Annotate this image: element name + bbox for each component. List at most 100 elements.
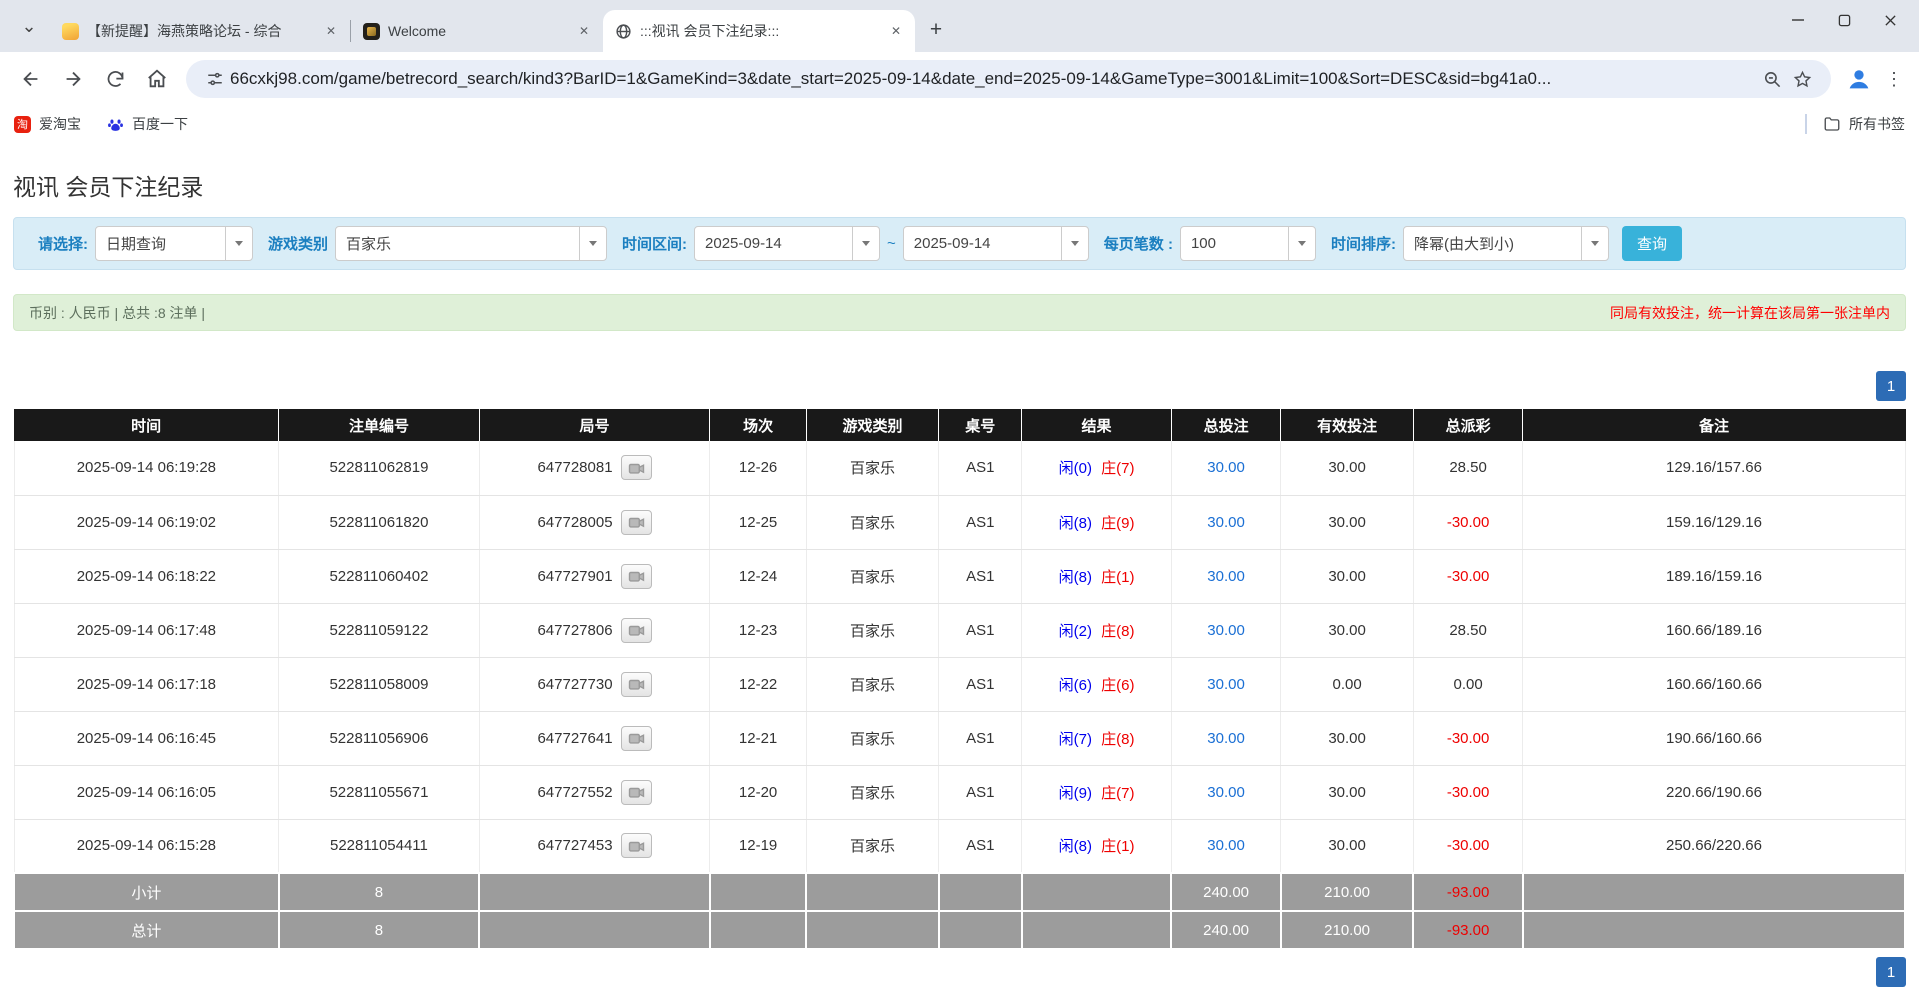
tab-strip: ⌄ 【新提醒】海燕策略论坛 - 综合 ✕ Welcome ✕ :::视讯 会员下… xyxy=(0,0,1919,52)
valid-bet: 30.00 xyxy=(1281,495,1413,549)
close-icon[interactable]: ✕ xyxy=(575,22,593,40)
note: 190.66/160.66 xyxy=(1523,711,1905,765)
payout: -30.00 xyxy=(1413,495,1523,549)
banker-result: 庄(8) xyxy=(1101,623,1134,640)
profile-avatar[interactable] xyxy=(1843,63,1875,95)
tab-title: :::视讯 会员下注纪录::: xyxy=(640,21,879,41)
bookmark-taobao[interactable]: 淘 爱淘宝 xyxy=(14,114,81,134)
video-replay-button[interactable] xyxy=(621,833,652,858)
menu-dots-icon[interactable]: ⋮ xyxy=(1879,64,1909,94)
tab-welcome[interactable]: Welcome ✕ xyxy=(351,10,603,52)
bookmark-baidu[interactable]: 百度一下 xyxy=(107,114,188,134)
total-bet-link[interactable]: 30.00 xyxy=(1207,568,1245,585)
omnibox[interactable]: 66cxkj98.com/game/betrecord_search/kind3… xyxy=(186,60,1831,98)
total-bet-cell: 30.00 xyxy=(1171,603,1281,657)
tab-bet-records[interactable]: :::视讯 会员下注纪录::: ✕ xyxy=(603,10,915,52)
video-replay-button[interactable] xyxy=(621,510,652,535)
game-kind: 百家乐 xyxy=(806,657,938,711)
chevron-down-icon xyxy=(1288,227,1315,260)
table-no: AS1 xyxy=(939,441,1022,495)
bet-time: 2025-09-14 06:18:22 xyxy=(14,549,279,603)
total-bet-cell: 30.00 xyxy=(1171,765,1281,819)
total-bet-link[interactable]: 30.00 xyxy=(1207,459,1245,476)
video-replay-button[interactable] xyxy=(621,618,652,643)
video-replay-button[interactable] xyxy=(621,672,652,697)
pagination-page-1-bottom[interactable]: 1 xyxy=(1876,957,1906,987)
table-row: 2025-09-14 06:16:05 522811055671 6477275… xyxy=(14,765,1905,819)
col-time: 时间 xyxy=(14,409,279,441)
round-id: 647727806 xyxy=(537,622,612,639)
sort-order-label: 时间排序: xyxy=(1331,233,1396,254)
total-bet-link[interactable]: 30.00 xyxy=(1207,676,1245,693)
bet-time: 2025-09-14 06:19:28 xyxy=(14,441,279,495)
home-button[interactable] xyxy=(139,61,175,97)
col-game-kind: 游戏类别 xyxy=(806,409,938,441)
payout: -30.00 xyxy=(1413,549,1523,603)
game-kind: 百家乐 xyxy=(806,819,938,873)
session-no: 12-20 xyxy=(710,765,806,819)
page-content: 视讯 会员下注纪录 请选择: 日期查询 游戏类别 百家乐 时间区间: 2025-… xyxy=(0,168,1919,987)
close-icon[interactable]: ✕ xyxy=(887,22,905,40)
note: 160.66/160.66 xyxy=(1523,657,1905,711)
minimize-button[interactable] xyxy=(1775,0,1821,40)
game-kind: 百家乐 xyxy=(806,441,938,495)
video-replay-button[interactable] xyxy=(621,564,652,589)
bookmarks-bar: 淘 爱淘宝 百度一下 所有书签 xyxy=(0,106,1919,142)
total-bet-link[interactable]: 30.00 xyxy=(1207,784,1245,801)
video-replay-button[interactable] xyxy=(621,780,652,805)
banker-result: 庄(1) xyxy=(1101,569,1134,586)
tab-forum[interactable]: 【新提醒】海燕策略论坛 - 综合 ✕ xyxy=(50,10,350,52)
all-bookmarks-button[interactable]: 所有书签 xyxy=(1823,114,1905,134)
chevron-down-icon xyxy=(1061,227,1088,260)
forward-button[interactable] xyxy=(55,61,91,97)
player-result: 闲(8) xyxy=(1059,569,1092,586)
date-mode-select[interactable]: 日期查询 xyxy=(95,226,253,261)
chevron-down-icon xyxy=(1581,227,1608,260)
table-row: 2025-09-14 06:17:48 522811059122 6477278… xyxy=(14,603,1905,657)
note: 129.16/157.66 xyxy=(1523,441,1905,495)
round-id: 647727552 xyxy=(537,784,612,801)
total-bet-link[interactable]: 30.00 xyxy=(1207,514,1245,531)
bookmark-star-icon[interactable] xyxy=(1787,64,1817,94)
total-bet-link[interactable]: 30.00 xyxy=(1207,837,1245,854)
window-close-button[interactable] xyxy=(1867,0,1913,40)
close-icon[interactable]: ✕ xyxy=(322,22,340,40)
note: 220.66/190.66 xyxy=(1523,765,1905,819)
site-settings-icon[interactable] xyxy=(200,64,230,94)
result-cell: 闲(0) 庄(7) xyxy=(1022,441,1171,495)
game-kind-select[interactable]: 百家乐 xyxy=(335,226,607,261)
reload-button[interactable] xyxy=(97,61,133,97)
video-replay-button[interactable] xyxy=(621,455,652,480)
valid-bet: 30.00 xyxy=(1281,711,1413,765)
round-id: 647728081 xyxy=(537,459,612,476)
payout: 0.00 xyxy=(1413,657,1523,711)
round-id: 647728005 xyxy=(537,514,612,531)
subtotal-label: 小计 xyxy=(14,873,279,911)
total-bet-cell: 30.00 xyxy=(1171,819,1281,873)
total-bet-link[interactable]: 30.00 xyxy=(1207,730,1245,747)
query-button[interactable]: 查询 xyxy=(1622,226,1682,261)
sort-order-select[interactable]: 降幂(由大到小) xyxy=(1403,226,1609,261)
session-no: 12-19 xyxy=(710,819,806,873)
tab-search-button[interactable]: ⌄ xyxy=(12,9,46,43)
date-start-select[interactable]: 2025-09-14 xyxy=(694,226,880,261)
chevron-down-icon: ⌄ xyxy=(21,16,36,37)
page-size-select[interactable]: 100 xyxy=(1180,226,1316,261)
video-replay-button[interactable] xyxy=(621,726,652,751)
back-button[interactable] xyxy=(13,61,49,97)
new-tab-button[interactable]: + xyxy=(921,15,951,45)
url-input[interactable]: 66cxkj98.com/game/betrecord_search/kind3… xyxy=(230,69,1757,89)
taobao-icon: 淘 xyxy=(14,116,31,133)
total-bet-cell: 30.00 xyxy=(1171,549,1281,603)
result-cell: 闲(7) 庄(8) xyxy=(1022,711,1171,765)
pagination-page-1[interactable]: 1 xyxy=(1876,371,1906,401)
col-payout: 总派彩 xyxy=(1413,409,1523,441)
table-row: 2025-09-14 06:16:45 522811056906 6477276… xyxy=(14,711,1905,765)
maximize-button[interactable] xyxy=(1821,0,1867,40)
valid-bet: 30.00 xyxy=(1281,603,1413,657)
date-end-select[interactable]: 2025-09-14 xyxy=(903,226,1089,261)
zoom-icon[interactable] xyxy=(1757,64,1787,94)
total-valid-bet: 210.00 xyxy=(1281,911,1413,949)
total-bet-link[interactable]: 30.00 xyxy=(1207,622,1245,639)
banker-result: 庄(9) xyxy=(1101,515,1134,532)
